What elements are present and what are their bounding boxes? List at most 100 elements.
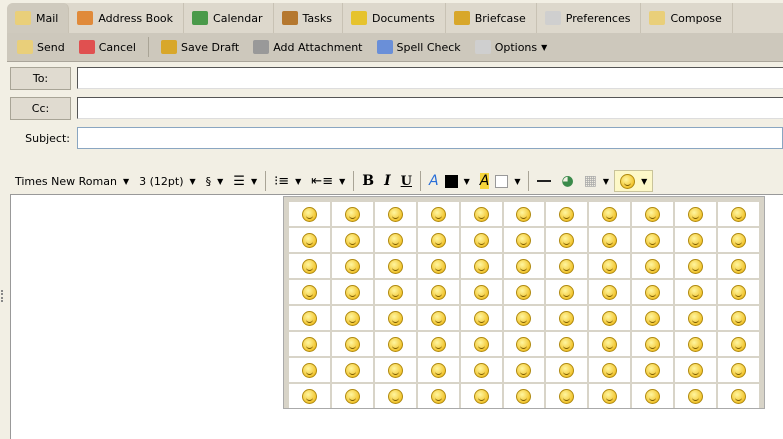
emoticon-cell[interactable] xyxy=(331,306,373,330)
style-select[interactable]: § ▼ xyxy=(201,170,229,192)
toolbar-spell-check[interactable]: Spell Check xyxy=(372,36,466,58)
emoticon-cell[interactable] xyxy=(675,332,717,356)
emoticon-cell[interactable] xyxy=(718,332,759,356)
emoticon-cell[interactable] xyxy=(289,228,330,252)
emoticon-cell[interactable] xyxy=(675,306,717,330)
tab-documents[interactable]: Documents xyxy=(343,3,446,33)
italic-button[interactable]: I xyxy=(379,170,396,192)
emoticon-cell[interactable] xyxy=(417,384,459,408)
tab-compose[interactable]: Compose xyxy=(641,3,733,33)
emoticon-cell[interactable] xyxy=(632,254,674,278)
emoticon-cell[interactable] xyxy=(460,358,502,382)
emoticon-cell[interactable] xyxy=(546,384,588,408)
emoticon-cell[interactable] xyxy=(331,358,373,382)
emoticon-cell[interactable] xyxy=(546,280,588,304)
list-button[interactable]: ⁝≡ ▼ xyxy=(269,170,306,192)
emoticon-cell[interactable] xyxy=(503,358,545,382)
toolbar-send[interactable]: Send xyxy=(12,36,70,58)
emoticon-cell[interactable] xyxy=(331,202,373,226)
emoticon-cell[interactable] xyxy=(546,254,588,278)
emoticon-cell[interactable] xyxy=(374,332,416,356)
toolbar-options[interactable]: Options ▼ xyxy=(470,36,553,58)
emoticon-cell[interactable] xyxy=(374,228,416,252)
emoticon-cell[interactable] xyxy=(589,202,631,226)
emoticon-cell[interactable] xyxy=(546,202,588,226)
emoticon-cell[interactable] xyxy=(331,254,373,278)
emoticon-cell[interactable] xyxy=(718,358,759,382)
tab-preferences[interactable]: Preferences xyxy=(537,3,642,33)
to-input[interactable] xyxy=(77,67,783,89)
emoticon-cell[interactable] xyxy=(589,254,631,278)
emoticon-cell[interactable] xyxy=(675,228,717,252)
emoticon-cell[interactable] xyxy=(289,202,330,226)
emoticon-cell[interactable] xyxy=(289,384,330,408)
tab-tasks[interactable]: Tasks xyxy=(274,3,343,33)
emoticon-cell[interactable] xyxy=(503,306,545,330)
emoticon-cell[interactable] xyxy=(503,254,545,278)
emoticon-cell[interactable] xyxy=(331,384,373,408)
emoticon-cell[interactable] xyxy=(589,332,631,356)
emoticon-cell[interactable] xyxy=(417,332,459,356)
align-button[interactable]: ☰ ▼ xyxy=(228,170,262,192)
to-button[interactable]: To: xyxy=(10,67,71,90)
toolbar-add-attachment[interactable]: Add Attachment xyxy=(248,36,367,58)
emoticon-cell[interactable] xyxy=(289,306,330,330)
emoticon-cell[interactable] xyxy=(718,280,759,304)
emoticon-cell[interactable] xyxy=(460,332,502,356)
emoticon-cell[interactable] xyxy=(503,332,545,356)
indent-button[interactable]: ⇤≡ ▼ xyxy=(306,170,350,192)
subject-input[interactable] xyxy=(77,127,783,149)
emoticon-cell[interactable] xyxy=(417,202,459,226)
cc-button[interactable]: Cc: xyxy=(10,97,71,120)
emoticon-cell[interactable] xyxy=(460,254,502,278)
emoticon-cell[interactable] xyxy=(718,306,759,330)
emoticon-cell[interactable] xyxy=(589,384,631,408)
emoticon-cell[interactable] xyxy=(460,306,502,330)
emoticon-cell[interactable] xyxy=(675,384,717,408)
emoticon-cell[interactable] xyxy=(589,280,631,304)
emoticon-cell[interactable] xyxy=(632,228,674,252)
tab-address-book[interactable]: Address Book xyxy=(69,3,185,33)
emoticon-cell[interactable] xyxy=(289,358,330,382)
emoticon-cell[interactable] xyxy=(546,358,588,382)
bold-button[interactable]: B xyxy=(357,170,379,192)
emoticon-cell[interactable] xyxy=(460,384,502,408)
emoticon-cell[interactable] xyxy=(546,332,588,356)
emoticon-cell[interactable] xyxy=(632,384,674,408)
emoticon-cell[interactable] xyxy=(289,254,330,278)
emoticon-cell[interactable] xyxy=(503,202,545,226)
emoticon-cell[interactable] xyxy=(632,280,674,304)
underline-button[interactable]: U xyxy=(396,170,417,192)
emoticon-cell[interactable] xyxy=(331,332,373,356)
emoticon-cell[interactable] xyxy=(503,228,545,252)
emoticon-cell[interactable] xyxy=(632,306,674,330)
emoticon-cell[interactable] xyxy=(374,280,416,304)
horizontal-rule-button[interactable] xyxy=(532,170,556,192)
emoticon-cell[interactable] xyxy=(503,384,545,408)
cc-input[interactable] xyxy=(77,97,783,119)
emoticon-cell[interactable] xyxy=(675,202,717,226)
emoticon-cell[interactable] xyxy=(460,280,502,304)
emoticon-cell[interactable] xyxy=(417,228,459,252)
link-button[interactable]: ◕ xyxy=(556,170,578,192)
emoticon-cell[interactable] xyxy=(417,280,459,304)
tab-mail[interactable]: Mail xyxy=(7,3,70,33)
size-select[interactable]: 3 (12pt) ▼ xyxy=(134,170,201,192)
font-select[interactable]: Times New Roman ▼ xyxy=(10,170,134,192)
tab-briefcase[interactable]: Briefcase xyxy=(446,3,537,33)
emoticon-cell[interactable] xyxy=(331,280,373,304)
emoticon-cell[interactable] xyxy=(546,228,588,252)
emoticon-cell[interactable] xyxy=(374,384,416,408)
emoticon-cell[interactable] xyxy=(331,228,373,252)
emoticon-cell[interactable] xyxy=(417,254,459,278)
emoticon-cell[interactable] xyxy=(460,228,502,252)
text-color-button[interactable]: A ▼ xyxy=(424,170,475,192)
tab-calendar[interactable]: Calendar xyxy=(184,3,274,33)
toolbar-cancel[interactable]: Cancel xyxy=(74,36,141,58)
emoticon-cell[interactable] xyxy=(503,280,545,304)
toolbar-save-draft[interactable]: Save Draft xyxy=(156,36,244,58)
emoticon-cell[interactable] xyxy=(460,202,502,226)
emoticon-cell[interactable] xyxy=(675,358,717,382)
emoticon-cell[interactable] xyxy=(417,306,459,330)
emoticon-button[interactable]: ▼ xyxy=(614,170,654,192)
